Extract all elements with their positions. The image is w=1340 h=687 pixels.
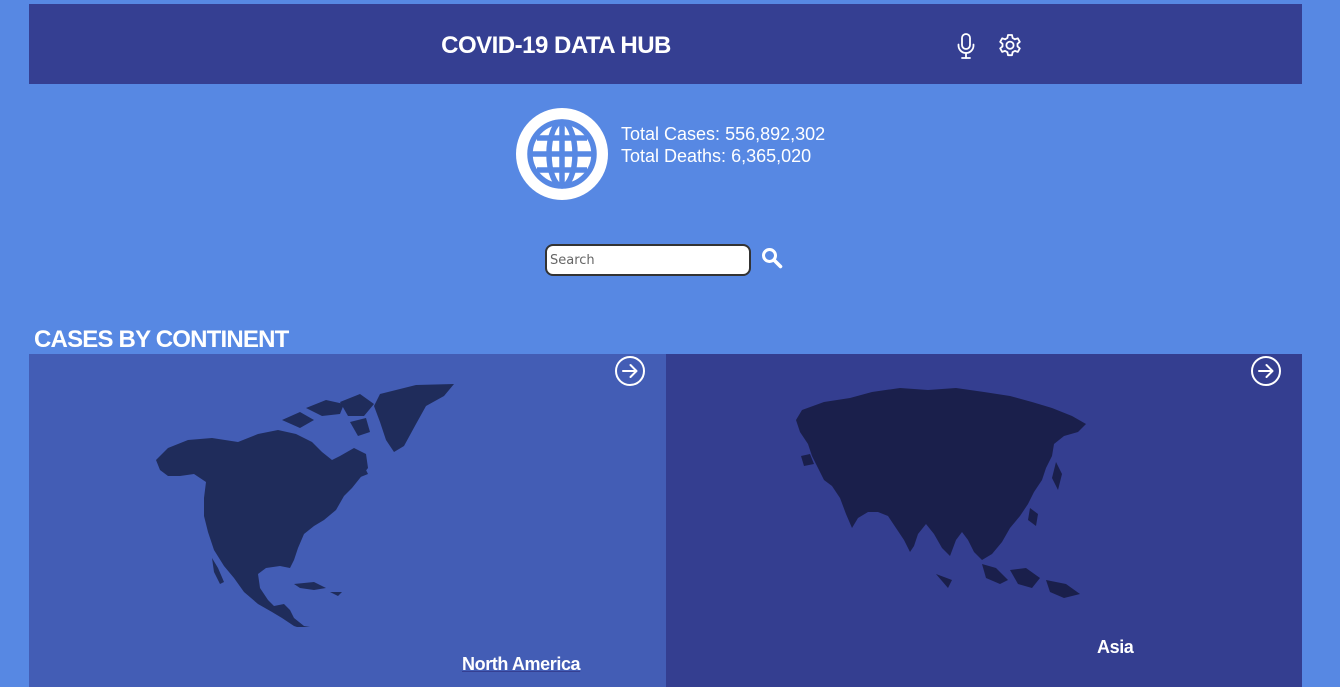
continent-name: Asia bbox=[1097, 637, 1134, 657]
settings-gear-icon[interactable] bbox=[997, 32, 1023, 60]
microphone-icon[interactable] bbox=[953, 32, 979, 60]
total-deaths-line: Total Deaths: 6,365,020 bbox=[621, 145, 825, 167]
globe-icon bbox=[516, 108, 608, 200]
app-header: COVID-19 DATA HUB bbox=[29, 4, 1302, 84]
asia-map bbox=[796, 388, 1086, 598]
north-america-map bbox=[156, 384, 454, 627]
continent-card-asia[interactable]: Asia bbox=[666, 354, 1302, 687]
continent-name: North America bbox=[462, 654, 581, 674]
total-cases-label: Total Cases: bbox=[621, 124, 721, 144]
total-deaths-value: 6,365,020 bbox=[731, 146, 812, 166]
total-cases-value: 556,892,302 bbox=[725, 124, 826, 144]
arrow-right-circle-icon[interactable] bbox=[614, 355, 646, 387]
total-cases-line: Total Cases: 556,892,302 bbox=[621, 123, 825, 145]
global-stats: Total Cases: 556,892,302 Total Deaths: 6… bbox=[621, 123, 825, 167]
search-input[interactable] bbox=[545, 244, 751, 276]
section-title: CASES BY CONTINENT bbox=[34, 326, 289, 353]
total-deaths-label: Total Deaths: bbox=[621, 146, 727, 166]
continent-card-north-america[interactable]: North America bbox=[29, 354, 666, 687]
app-title: COVID-19 DATA HUB bbox=[441, 32, 671, 59]
arrow-right-circle-icon[interactable] bbox=[1250, 355, 1282, 387]
search-icon[interactable] bbox=[761, 247, 783, 269]
